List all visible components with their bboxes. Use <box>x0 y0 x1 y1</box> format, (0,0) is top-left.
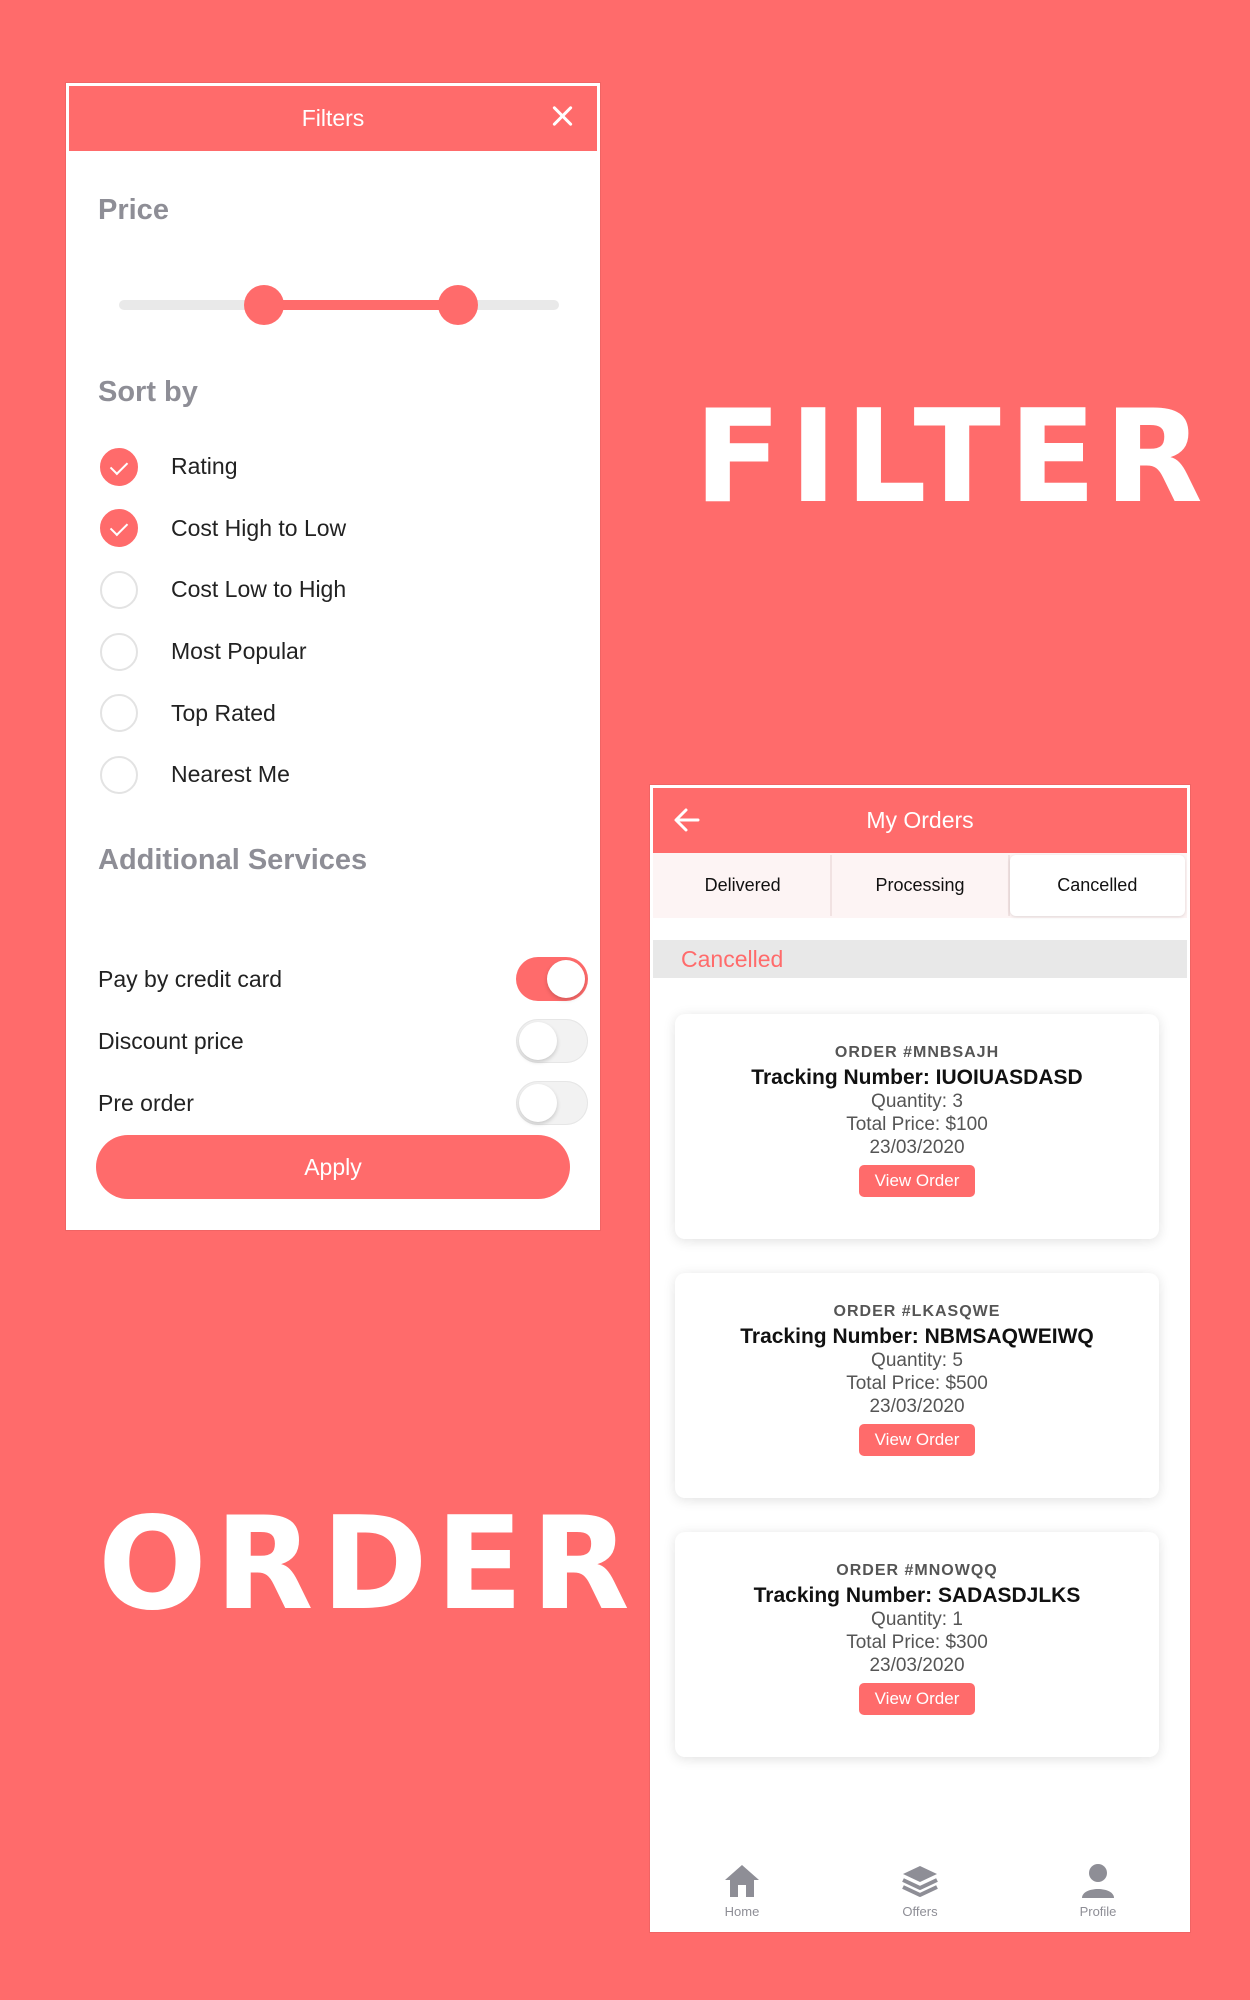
sort-options: Rating Cost High to Low Cost Low to High… <box>100 436 580 806</box>
home-icon <box>725 1864 759 1897</box>
order-id: ORDER #MNBSAJH <box>834 1044 1000 1061</box>
toggle-knob <box>547 960 585 998</box>
nav-label: Offers <box>902 1903 938 1919</box>
sort-option-label: Top Rated <box>171 699 276 726</box>
close-icon[interactable] <box>549 103 575 129</box>
filters-title: Filters <box>301 105 365 131</box>
tracking-number: Tracking Number: IUOIUASDASD <box>751 1066 1083 1089</box>
toggle-knob <box>519 1022 557 1060</box>
order-card: ORDER #MNOWQQ Tracking Number: SADASDJLK… <box>675 1532 1159 1757</box>
apply-button[interactable]: Apply <box>96 1135 570 1199</box>
order-total: Total Price: $500 <box>846 1373 988 1394</box>
order-date: 23/03/2020 <box>869 1655 965 1676</box>
order-headline: ORDER <box>98 1490 638 1639</box>
orders-header: My Orders <box>653 788 1187 853</box>
order-quantity: Quantity: 3 <box>871 1091 963 1112</box>
bottom-nav: Home Offers Profile <box>653 1849 1187 1929</box>
tracking-number: Tracking Number: SADASDJLKS <box>753 1584 1081 1607</box>
view-order-button[interactable]: View Order <box>858 1424 976 1456</box>
view-order-button[interactable]: View Order <box>858 1683 976 1715</box>
radio-circle-icon[interactable] <box>100 694 138 733</box>
sort-option-label: Nearest Me <box>171 761 290 788</box>
order-card: ORDER #MNBSAJH Tracking Number: IUOIUASD… <box>675 1014 1159 1239</box>
sort-option-nearest-me[interactable]: Nearest Me <box>100 744 580 806</box>
price-range-slider[interactable] <box>119 285 559 325</box>
order-id: ORDER #LKASQWE <box>833 1303 1001 1320</box>
discount-toggle[interactable] <box>516 1019 588 1063</box>
order-quantity: Quantity: 5 <box>871 1350 963 1371</box>
sort-option-top-rated[interactable]: Top Rated <box>100 682 580 744</box>
order-id: ORDER #MNOWQQ <box>836 1562 998 1579</box>
nav-offers[interactable]: Offers <box>831 1849 1009 1929</box>
layers-icon <box>902 1865 938 1897</box>
service-discount-price: Discount price <box>98 1010 588 1072</box>
filter-headline: FILTER <box>694 383 1211 532</box>
sort-option-label: Cost High to Low <box>171 514 347 541</box>
sort-option-most-popular[interactable]: Most Popular <box>100 621 580 683</box>
nav-label: Home <box>724 1903 760 1919</box>
order-cards: ORDER #MNBSAJH Tracking Number: IUOIUASD… <box>675 1014 1159 1791</box>
price-title: Price <box>98 194 169 226</box>
sort-option-label: Most Popular <box>171 638 307 665</box>
tab-processing[interactable]: Processing <box>832 855 1010 916</box>
pre-order-toggle[interactable] <box>516 1081 588 1125</box>
slider-thumb-high[interactable] <box>437 285 478 325</box>
toggle-knob <box>519 1084 557 1122</box>
section-heading: Cancelled <box>653 940 1187 978</box>
service-pay-by-credit-card: Pay by credit card <box>98 948 588 1010</box>
order-total: Total Price: $300 <box>846 1632 988 1653</box>
order-date: 23/03/2020 <box>869 1396 965 1417</box>
sort-option-rating[interactable]: Rating <box>100 436 580 498</box>
tab-cancelled[interactable]: Cancelled <box>1009 855 1185 916</box>
slider-thumb-low[interactable] <box>244 285 285 325</box>
back-arrow-icon[interactable] <box>673 806 701 834</box>
order-quantity: Quantity: 1 <box>871 1609 963 1630</box>
sort-title: Sort by <box>98 376 198 408</box>
service-pre-order: Pre order <box>98 1072 588 1134</box>
radio-circle-icon[interactable] <box>100 570 138 609</box>
nav-home[interactable]: Home <box>653 1849 831 1929</box>
filters-panel: Filters Price Sort by Rating Cost High t… <box>66 83 600 1230</box>
service-label: Pay by credit card <box>98 965 283 992</box>
orders-title: My Orders <box>866 807 974 833</box>
view-order-button[interactable]: View Order <box>858 1165 976 1197</box>
radio-circle-icon[interactable] <box>100 632 138 671</box>
nav-profile[interactable]: Profile <box>1009 1849 1187 1929</box>
tracking-number: Tracking Number: NBMSAQWEIWQ <box>740 1325 1094 1348</box>
sort-option-label: Cost Low to High <box>171 576 347 603</box>
service-label: Pre order <box>98 1089 194 1116</box>
radio-circle-icon[interactable] <box>100 755 138 794</box>
service-label: Discount price <box>98 1027 244 1054</box>
check-icon[interactable] <box>100 447 138 486</box>
check-icon[interactable] <box>100 509 138 548</box>
services-title: Additional Services <box>98 844 368 876</box>
order-card: ORDER #LKASQWE Tracking Number: NBMSAQWE… <box>675 1273 1159 1498</box>
user-icon <box>1082 1863 1114 1898</box>
tab-delivered[interactable]: Delivered <box>655 855 833 916</box>
credit-card-toggle[interactable] <box>516 957 588 1001</box>
sort-option-cost-high-to-low[interactable]: Cost High to Low <box>100 498 580 560</box>
sort-option-cost-low-to-high[interactable]: Cost Low to High <box>100 559 580 621</box>
order-total: Total Price: $100 <box>846 1114 988 1135</box>
services-list: Pay by credit card Discount price Pre or… <box>98 957 588 1160</box>
order-date: 23/03/2020 <box>869 1137 965 1158</box>
orders-panel: My Orders Delivered Processing Cancelled… <box>650 785 1190 1932</box>
nav-label: Profile <box>1079 1903 1117 1919</box>
slider-selected-range <box>264 300 458 310</box>
sort-option-label: Rating <box>171 453 238 480</box>
filters-header: Filters <box>69 86 597 151</box>
orders-tabs: Delivered Processing Cancelled <box>653 853 1187 918</box>
